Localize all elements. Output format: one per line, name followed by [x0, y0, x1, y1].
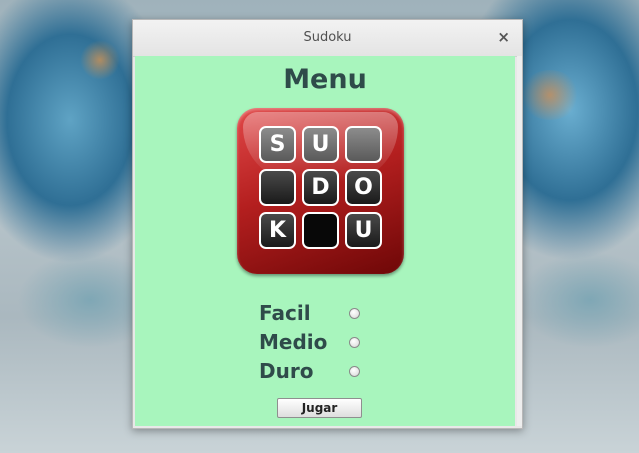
logo-cell: O	[345, 169, 382, 206]
window-title: Sudoku	[303, 30, 352, 45]
medio-radio[interactable]	[349, 337, 360, 348]
close-icon[interactable]: ×	[497, 28, 510, 46]
logo-cell	[345, 126, 382, 163]
duro-radio[interactable]	[349, 366, 360, 377]
play-button[interactable]: Jugar	[277, 398, 362, 418]
sudoku-window: Sudoku × Menu S U D O K U Facil Medio Du…	[132, 19, 523, 429]
desktop-glow-left	[80, 40, 120, 80]
facil-radio[interactable]	[349, 308, 360, 319]
desktop-glow-right	[520, 70, 580, 120]
logo-cell	[259, 169, 296, 206]
logo-cell	[302, 212, 339, 249]
logo-cell: S	[259, 126, 296, 163]
logo-cell: U	[302, 126, 339, 163]
logo-cell: K	[259, 212, 296, 249]
logo-cell: D	[302, 169, 339, 206]
menu-panel: Menu S U D O K U Facil Medio Duro Jugar	[135, 56, 515, 426]
title-bar[interactable]: Sudoku ×	[133, 20, 522, 57]
menu-heading: Menu	[283, 64, 367, 95]
difficulty-label: Duro	[259, 359, 314, 383]
sudoku-logo: S U D O K U	[237, 108, 404, 274]
logo-cell: U	[345, 212, 382, 249]
window-edge	[517, 56, 522, 426]
difficulty-label: Medio	[259, 330, 328, 354]
difficulty-label: Facil	[259, 301, 311, 325]
logo-grid: S U D O K U	[259, 126, 383, 250]
